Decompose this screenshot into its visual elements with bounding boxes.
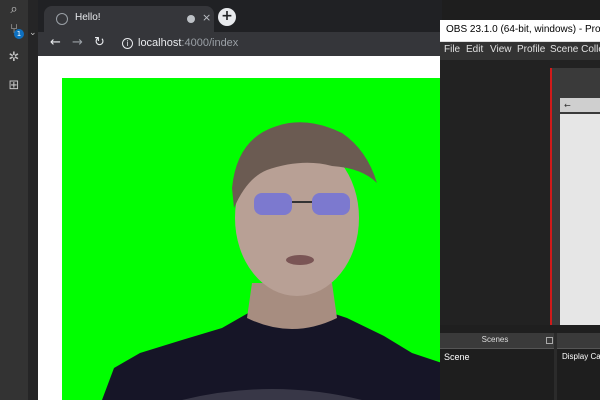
menu-view[interactable]: View (490, 44, 512, 55)
new-tab-button[interactable]: + (218, 8, 236, 26)
preview-browser-page (560, 114, 600, 325)
chevron-down-icon[interactable]: ⌄ (29, 28, 37, 38)
menu-file[interactable]: File (444, 44, 460, 55)
back-arrow-icon[interactable]: ← (50, 35, 61, 51)
forward-arrow-icon[interactable]: → (72, 35, 83, 51)
desktop: ⌕ ⑂ 1 ✲ ⊞ ⌄ Hello! × + ← → ↻ i localhost… (0, 0, 600, 400)
preview-back-icon: ← (564, 101, 571, 110)
glasses-left-lens (254, 193, 292, 215)
undock-icon[interactable] (546, 337, 553, 344)
source-control-badge: 1 (14, 29, 24, 39)
glasses-right-lens (312, 193, 350, 215)
obs-dock-divider (440, 325, 600, 333)
extensions-icon[interactable]: ⊞ (6, 78, 22, 94)
tab-title: Hello! (75, 12, 101, 23)
page-viewport (38, 56, 442, 400)
url-path: :4000/index (181, 37, 239, 49)
scenes-panel-title: Scenes (481, 335, 509, 344)
globe-icon (56, 13, 68, 25)
menu-profile[interactable]: Profile (517, 44, 545, 55)
menu-scene-collection[interactable]: Scene Collection (550, 44, 600, 55)
search-icon[interactable]: ⌕ (6, 2, 22, 18)
obs-menu-bar: File Edit View Profile Scene Collection (440, 42, 600, 60)
url-host: localhost (138, 37, 182, 49)
scenes-list: Scene (440, 349, 554, 400)
site-info-icon[interactable]: i (122, 38, 133, 49)
source-item[interactable]: Display Capture (562, 352, 600, 361)
obs-title-bar: OBS 23.1.0 (64-bit, windows) - Profile: … (440, 20, 600, 42)
obs-window-title: OBS 23.1.0 (64-bit, windows) - Profile: … (446, 24, 600, 35)
scene-item[interactable]: Scene (444, 352, 470, 362)
obs-window: OBS 23.1.0 (64-bit, windows) - Profile: … (440, 20, 600, 400)
reload-icon[interactable]: ↻ (94, 35, 105, 51)
sources-panel-header (557, 333, 600, 349)
address-bar[interactable]: localhost:4000/index (138, 36, 238, 50)
menu-edit[interactable]: Edit (466, 44, 483, 55)
obs-preview[interactable]: ← (440, 60, 600, 325)
sources-list: Display Capture (557, 349, 600, 400)
browser-window: Hello! × + ← → ↻ i localhost:4000/index (38, 0, 442, 400)
preview-guide-line (550, 68, 552, 325)
vscode-editor-strip (28, 0, 38, 400)
browser-toolbar: ← → ↻ i localhost:4000/index (38, 32, 442, 56)
tab-close-icon[interactable]: × (202, 11, 211, 24)
vscode-activity-bar: ⌕ ⑂ 1 ✲ ⊞ (0, 0, 28, 400)
tab-recording-dot-icon (187, 15, 195, 23)
person-mouth (286, 255, 314, 265)
browser-tab-strip: Hello! × + (38, 0, 442, 32)
webcam-person-image (102, 122, 442, 400)
scenes-panel-header: Scenes (440, 333, 554, 349)
debug-icon[interactable]: ✲ (6, 50, 22, 66)
webcam-video (62, 78, 442, 400)
obs-preview-canvas: ← (552, 68, 600, 325)
browser-tab[interactable]: Hello! × (44, 6, 214, 32)
